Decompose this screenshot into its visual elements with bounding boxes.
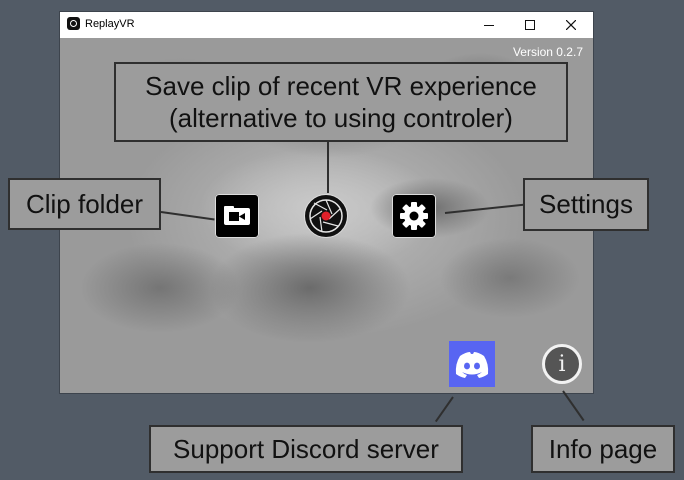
title-bar[interactable]: ReplayVR xyxy=(60,12,593,38)
close-icon xyxy=(566,20,576,30)
info-connector xyxy=(562,390,585,422)
window-title: ReplayVR xyxy=(85,18,135,30)
settings-callout: Settings xyxy=(523,178,649,231)
minimize-button[interactable] xyxy=(470,12,508,38)
app-logo-icon xyxy=(67,17,80,30)
info-callout: Info page xyxy=(531,425,675,473)
version-label: Version 0.2.7 xyxy=(512,45,583,59)
save-clip-callout-line1: Save clip of recent VR experience xyxy=(145,70,537,101)
save-clip-button[interactable] xyxy=(304,194,348,238)
info-button[interactable]: i xyxy=(542,344,582,384)
folder-video-icon xyxy=(224,206,250,225)
clip-folder-callout: Clip folder xyxy=(8,178,161,230)
discord-button[interactable] xyxy=(449,341,495,387)
discord-icon xyxy=(455,352,489,378)
discord-callout: Support Discord server xyxy=(149,425,463,473)
minimize-icon xyxy=(484,25,494,26)
save-clip-connector xyxy=(327,140,329,193)
save-clip-callout: Save clip of recent VR experience (alter… xyxy=(114,62,568,142)
info-icon: i xyxy=(558,351,566,377)
save-clip-callout-line2: (alternative to using controler) xyxy=(169,103,513,133)
maximize-icon xyxy=(525,20,535,30)
settings-button[interactable] xyxy=(392,194,436,238)
gear-icon xyxy=(400,202,428,230)
maximize-button[interactable] xyxy=(511,12,549,38)
close-button[interactable] xyxy=(552,12,590,38)
camera-shutter-icon xyxy=(309,199,343,233)
discord-connector xyxy=(434,396,454,423)
clip-folder-button[interactable] xyxy=(215,194,259,238)
